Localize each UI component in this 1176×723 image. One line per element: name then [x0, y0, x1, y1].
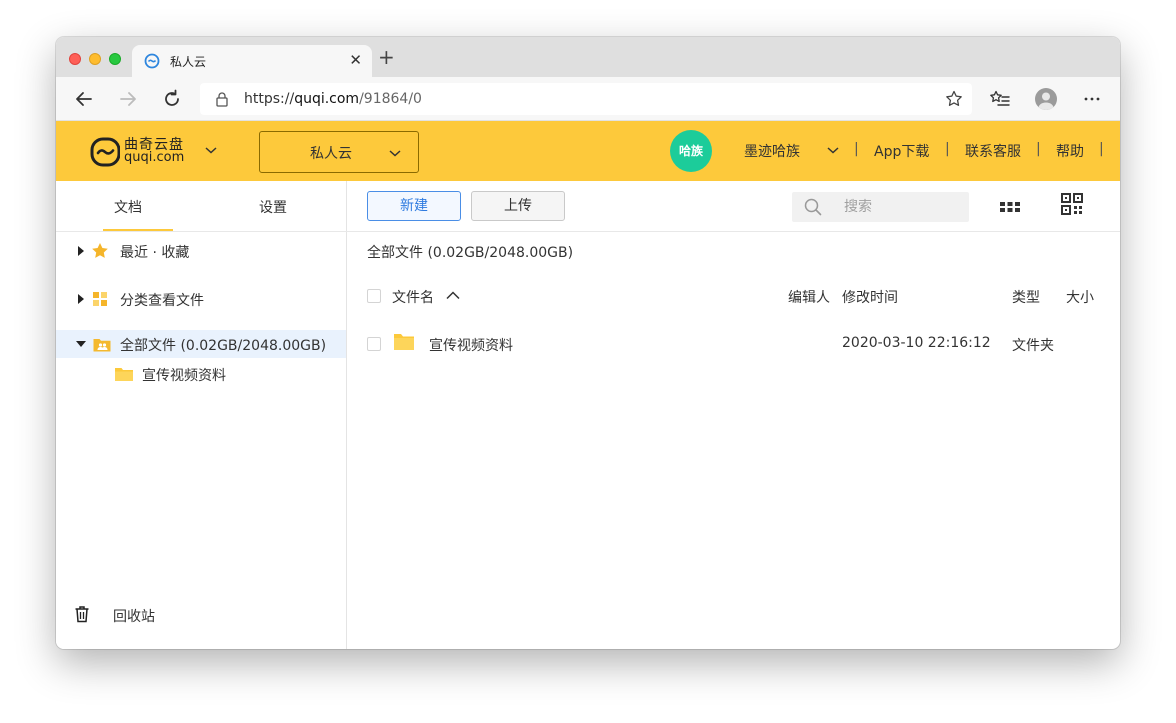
back-arrow-icon[interactable]	[72, 87, 96, 111]
address-toolbar: https://quqi.com/91864/0	[56, 77, 1120, 121]
refresh-icon[interactable]	[160, 87, 184, 111]
logo-subtitle: quqi.com	[124, 150, 185, 165]
caret-right-icon[interactable]	[78, 246, 84, 256]
header-separator: |	[1036, 141, 1041, 157]
chevron-down-icon[interactable]	[204, 145, 218, 155]
grid-view-icon[interactable]	[998, 195, 1022, 219]
browser-window: 私人云 ✕ + https://quqi.com/91864/0 曲奇云盘 qu…	[56, 37, 1120, 649]
chevron-down-icon[interactable]	[826, 145, 840, 155]
chevron-down-icon	[389, 150, 401, 157]
lock-icon	[216, 92, 228, 107]
url-scheme: https://	[244, 91, 295, 107]
folder-icon	[115, 368, 133, 381]
help-link[interactable]: 帮助	[1056, 141, 1084, 161]
file-type: 文件夹	[1012, 338, 1054, 354]
org-avatar[interactable]: 哈族	[670, 130, 712, 172]
new-tab-icon[interactable]: +	[378, 47, 395, 67]
url-host: quqi.com	[294, 91, 360, 107]
recycle-bin-link[interactable]: 回收站	[113, 606, 155, 626]
upload-button[interactable]: 上传	[471, 191, 565, 221]
search-box	[792, 192, 969, 222]
browser-tab[interactable]: 私人云 ✕	[132, 45, 372, 77]
more-options-icon[interactable]	[1080, 87, 1104, 111]
column-header-type[interactable]: 类型	[1012, 287, 1040, 307]
profile-avatar[interactable]	[1035, 88, 1057, 110]
folder-icon	[394, 334, 414, 350]
select-all-checkbox[interactable]	[367, 289, 381, 303]
contact-support-link[interactable]: 联系客服	[965, 141, 1021, 161]
qr-code-icon[interactable]	[1060, 192, 1084, 216]
new-button[interactable]: 新建	[367, 191, 461, 221]
divider	[56, 231, 347, 232]
tab-close-icon[interactable]: ✕	[349, 51, 362, 69]
sidebar-item-folder[interactable]: 宣传视频资料	[56, 360, 346, 388]
sort-ascending-icon[interactable]	[445, 289, 461, 301]
divider	[347, 231, 1120, 232]
url-path: /91864/0	[359, 91, 422, 107]
cookie-logo-icon	[90, 137, 120, 167]
search-icon[interactable]	[804, 198, 822, 216]
space-selector[interactable]: 私人云	[259, 131, 419, 173]
favorite-star-icon[interactable]	[944, 89, 964, 109]
app-header: 曲奇云盘 quqi.com 私人云 哈族 墨迹哈族 | App下载 | 联系客服…	[56, 121, 1120, 181]
search-input[interactable]	[844, 192, 964, 222]
space-selector-label: 私人云	[310, 146, 352, 162]
trash-icon[interactable]	[74, 605, 90, 623]
tab-bar: 私人云 ✕ +	[56, 37, 1120, 77]
sidebar-item-label: 分类查看文件	[120, 293, 204, 309]
close-window-button[interactable]	[69, 53, 81, 65]
app-logo[interactable]: 曲奇云盘 quqi.com	[90, 135, 190, 169]
star-icon	[92, 243, 108, 258]
caret-right-icon[interactable]	[78, 294, 84, 304]
caret-down-icon[interactable]	[76, 341, 86, 347]
forward-arrow-icon[interactable]	[116, 87, 140, 111]
favorites-list-icon[interactable]	[988, 87, 1012, 111]
column-header-modified[interactable]: 修改时间	[842, 287, 898, 307]
tab-documents[interactable]: 文档	[114, 197, 142, 217]
sidebar-item-categories[interactable]: 分类查看文件	[56, 285, 346, 313]
user-icon	[1038, 92, 1054, 110]
breadcrumb: 全部文件 (0.02GB/2048.00GB)	[367, 245, 574, 261]
row-checkbox[interactable]	[367, 337, 381, 351]
column-header-editor[interactable]: 编辑人	[788, 287, 830, 307]
file-name[interactable]: 宣传视频资料	[429, 335, 513, 355]
sidebar-item-label: 全部文件 (0.02GB/2048.00GB)	[120, 338, 327, 354]
site-favicon-icon	[144, 53, 160, 69]
sidebar: 文档 设置 最近 · 收藏 分类查看文件 全部文件 (0.02GB/2048.0…	[56, 181, 347, 649]
sidebar-item-label: 最近 · 收藏	[120, 245, 190, 261]
header-separator: |	[1099, 141, 1104, 157]
minimize-window-button[interactable]	[89, 53, 101, 65]
file-modified: 2020-03-10 22:16:12	[842, 335, 991, 351]
url-bar[interactable]: https://quqi.com/91864/0	[200, 83, 972, 115]
tab-title: 私人云	[170, 55, 207, 69]
header-separator: |	[945, 141, 950, 157]
header-separator: |	[854, 141, 859, 157]
main-panel: 新建 上传 全部文件 (0.02GB/2048.00GB) 文件	[347, 181, 1120, 649]
org-name[interactable]: 墨迹哈族	[744, 141, 800, 161]
zoom-window-button[interactable]	[109, 53, 121, 65]
sidebar-item-all-files[interactable]: 全部文件 (0.02GB/2048.00GB)	[56, 330, 346, 358]
sidebar-item-recent-favorites[interactable]: 最近 · 收藏	[56, 237, 346, 265]
shared-folder-icon	[93, 339, 111, 352]
column-header-filename[interactable]: 文件名	[392, 287, 434, 307]
url-text: https://quqi.com/91864/0	[244, 91, 422, 107]
column-header-size[interactable]: 大小	[1066, 287, 1094, 307]
category-grid-icon	[93, 292, 107, 306]
app-download-link[interactable]: App下载	[874, 141, 929, 161]
tab-settings[interactable]: 设置	[259, 197, 287, 217]
sidebar-item-label: 宣传视频资料	[142, 368, 226, 384]
